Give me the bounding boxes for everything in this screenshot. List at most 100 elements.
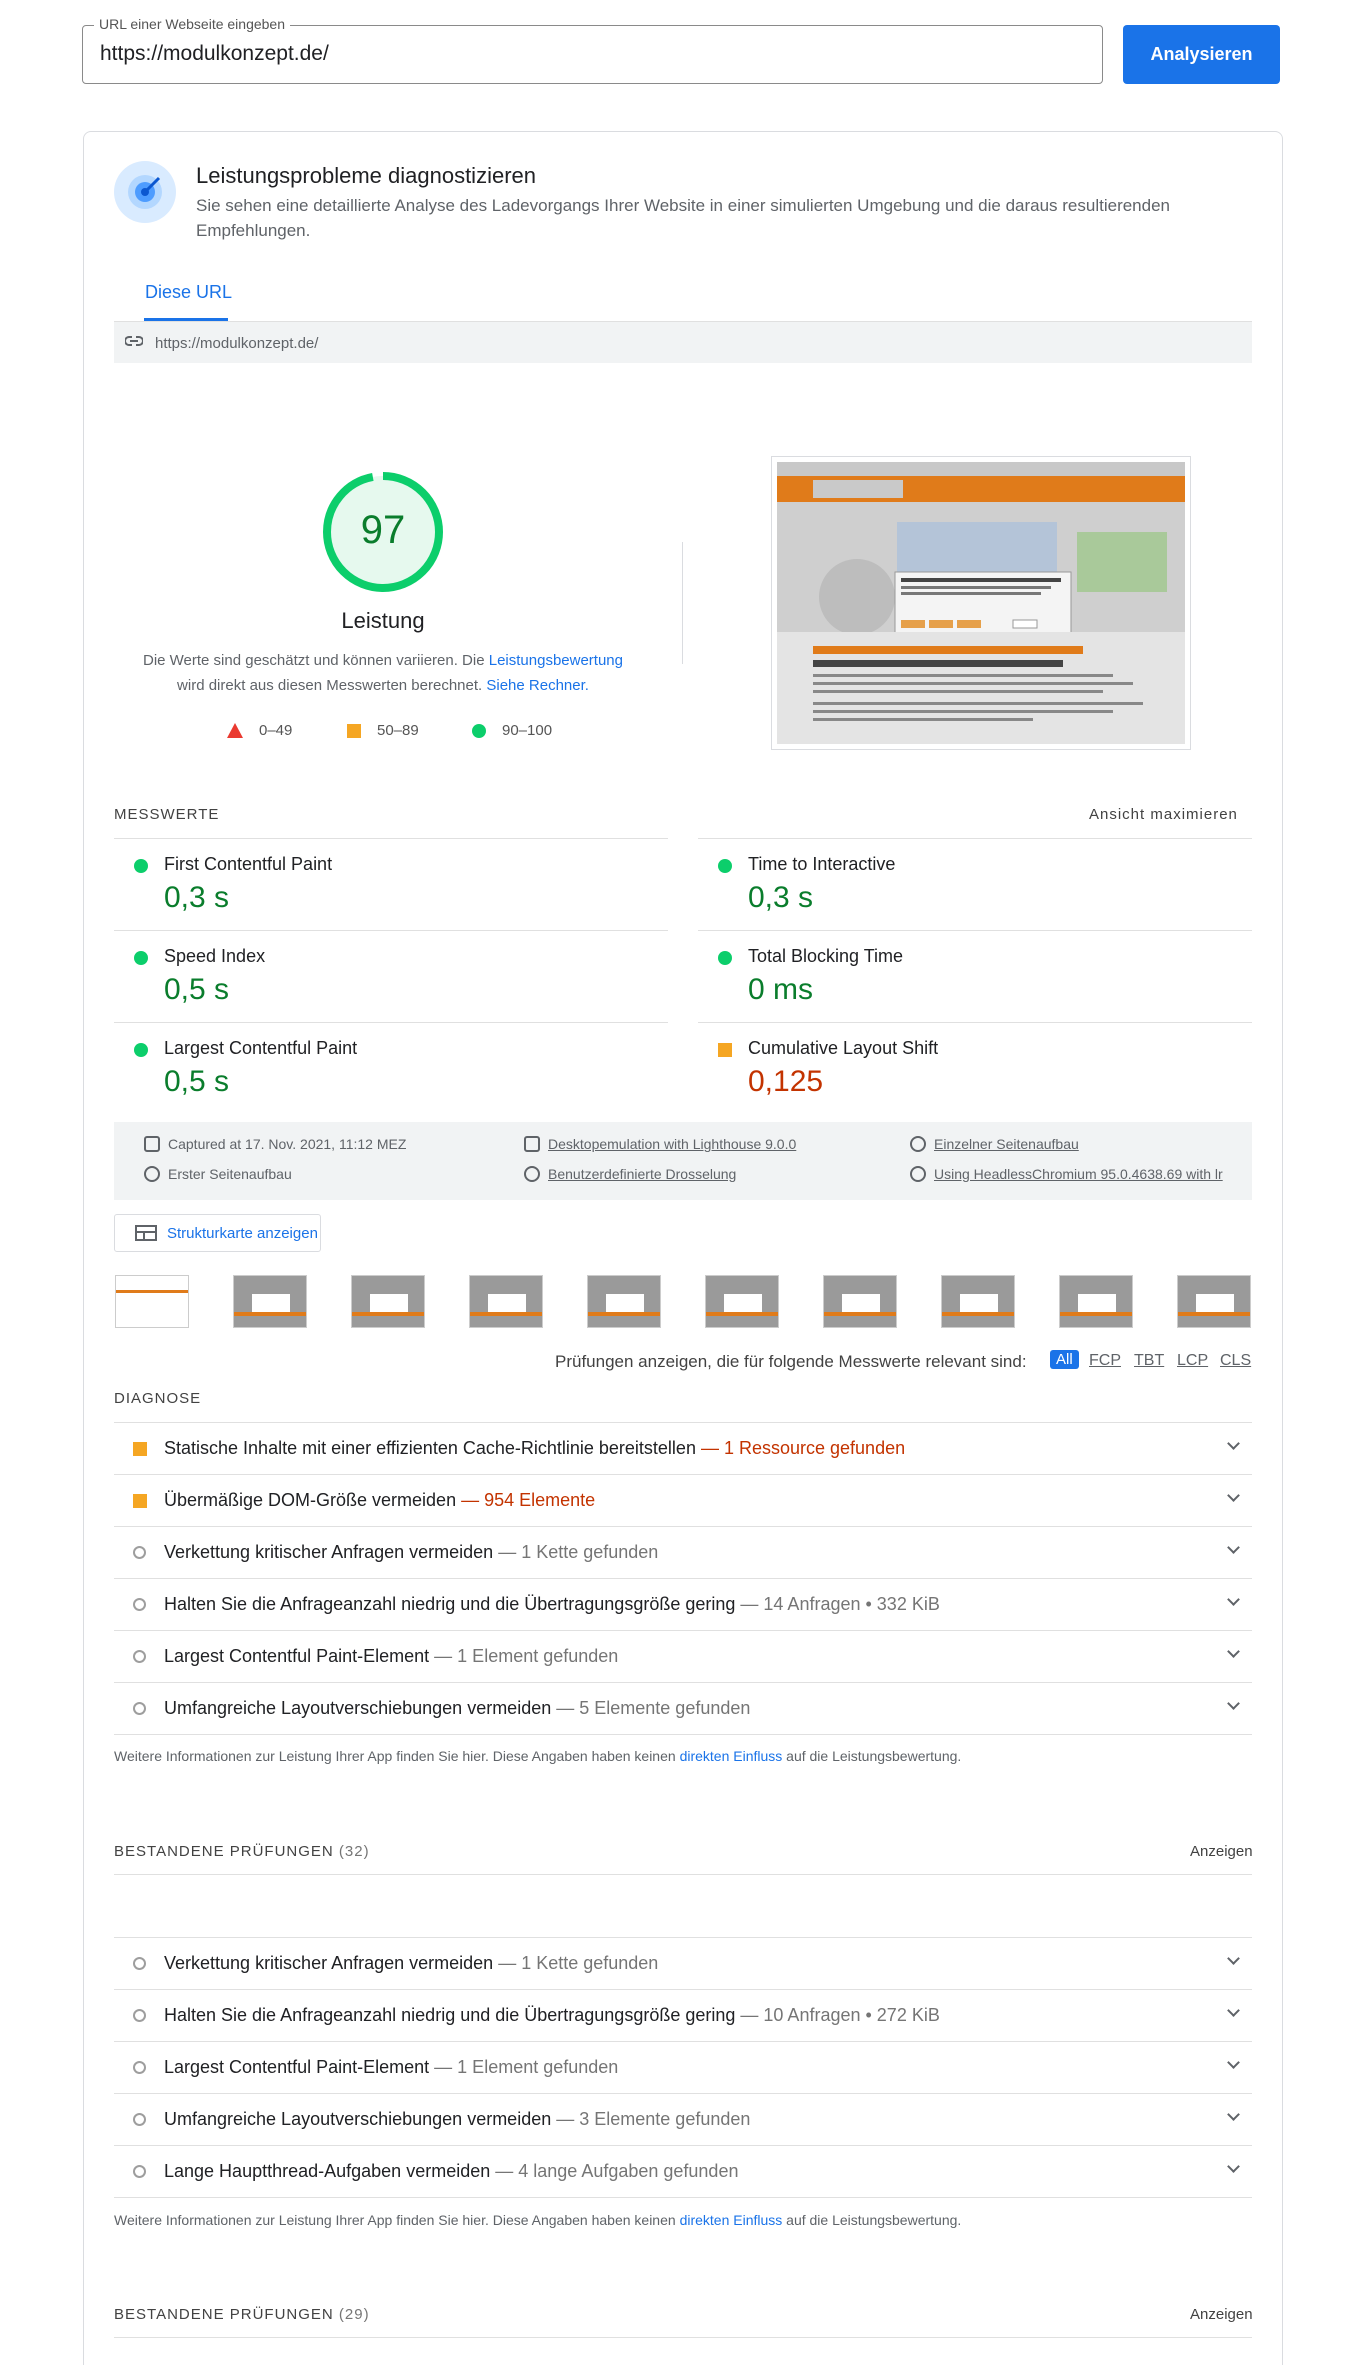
metric-2: Speed Index 0,5 s bbox=[114, 930, 668, 1022]
performance-label: Leistung bbox=[341, 608, 425, 633]
view-treemap-button[interactable]: Strukturkarte anzeigen bbox=[114, 1214, 321, 1252]
metric-4: Largest Contentful Paint 0,5 s bbox=[114, 1022, 668, 1114]
filmstrip-frame bbox=[941, 1275, 1015, 1328]
chevron-down-icon[interactable] bbox=[1227, 1489, 1240, 1502]
audit-row[interactable]: Verkettung kritischer Anfragen vermeiden… bbox=[114, 1937, 1252, 1989]
audit-title-text: Umfangreiche Layoutverschiebungen vermei… bbox=[164, 1698, 552, 1718]
chevron-down-icon[interactable] bbox=[1227, 1541, 1240, 1554]
average-square-icon bbox=[718, 1043, 732, 1057]
pass-circle-icon bbox=[718, 951, 732, 965]
audit-row[interactable]: Largest Contentful Paint-Element — 1 Ele… bbox=[114, 1630, 1252, 1682]
audit-title: Verkettung kritischer Anfragen vermeiden… bbox=[164, 1953, 658, 1974]
audit-detail: — 1 Element gefunden bbox=[434, 2057, 619, 2077]
audit-title-text: Halten Sie die Anfrageanzahl niedrig und… bbox=[164, 1594, 736, 1614]
audit-row[interactable]: Umfangreiche Layoutverschiebungen vermei… bbox=[114, 2093, 1252, 2145]
audit-row[interactable]: Largest Contentful Paint-Element — 1 Ele… bbox=[114, 2041, 1252, 2093]
chevron-down-icon[interactable] bbox=[1227, 2108, 1240, 2121]
tab-this-url[interactable]: Diese URL bbox=[145, 282, 232, 303]
treemap-label: Strukturkarte anzeigen bbox=[167, 1224, 318, 1242]
chevron-down-icon[interactable] bbox=[1227, 2160, 1240, 2173]
info-circle-icon bbox=[133, 1650, 146, 1663]
chevron-down-icon[interactable] bbox=[1227, 1952, 1240, 1965]
calculator-link[interactable]: Siehe Rechner. bbox=[486, 677, 589, 694]
audit-detail: — 954 Elemente bbox=[461, 1490, 596, 1510]
runtime-emulation[interactable]: Desktopemulation with Lighthouse 9.0.0 bbox=[524, 1136, 796, 1152]
info-circle-icon bbox=[133, 2165, 146, 2178]
chevron-down-icon[interactable] bbox=[1227, 1645, 1240, 1658]
note-text-2: auf die Leistungsbewertung. bbox=[782, 1748, 962, 1764]
audit-row[interactable]: Halten Sie die Anfrageanzahl niedrig und… bbox=[114, 1989, 1252, 2041]
url-input-value[interactable]: https://modulkonzept.de/ bbox=[100, 42, 329, 66]
direct-impact-link[interactable]: direkten Einfluss bbox=[680, 1748, 783, 1764]
metric-name: Speed Index bbox=[164, 946, 266, 966]
pass-circle-icon bbox=[718, 859, 732, 873]
analyze-button[interactable]: Analysieren bbox=[1123, 25, 1280, 84]
chevron-down-icon[interactable] bbox=[1227, 1437, 1240, 1450]
final-screenshot[interactable] bbox=[777, 462, 1185, 744]
filmstrip-bar bbox=[1060, 1312, 1132, 1316]
tested-url: https://modulkonzept.de/ bbox=[155, 335, 319, 352]
filter-cls[interactable]: CLS bbox=[1220, 1352, 1251, 1370]
audit-row[interactable]: Statische Inhalte mit einer effizienten … bbox=[114, 1422, 1252, 1474]
chevron-down-icon[interactable] bbox=[1227, 1697, 1240, 1710]
direct-impact-link[interactable]: direkten Einfluss bbox=[680, 2212, 783, 2228]
info-circle-icon bbox=[133, 1546, 146, 1559]
treemap-icon bbox=[135, 1225, 157, 1241]
filter-all[interactable]: All bbox=[1050, 1350, 1079, 1369]
filter-tbt[interactable]: TBT bbox=[1134, 1352, 1164, 1370]
filmstrip-bar bbox=[824, 1312, 896, 1316]
show-passed-audits-button-2[interactable]: Anzeigen bbox=[1190, 2306, 1253, 2323]
filmstrip-dialog bbox=[1078, 1294, 1116, 1314]
note-text-1: Weitere Informationen zur Leistung Ihrer… bbox=[114, 1748, 680, 1764]
runtime-initial-load: Erster Seitenaufbau bbox=[144, 1166, 292, 1182]
runtime-page-load[interactable]: Einzelner Seitenaufbau bbox=[910, 1136, 1079, 1152]
info-circle-icon bbox=[133, 2009, 146, 2022]
captured-text: Captured at 17. Nov. 2021, 11:12 MEZ bbox=[168, 1136, 407, 1152]
pass-circle-icon bbox=[134, 859, 148, 873]
page-load-text[interactable]: Einzelner Seitenaufbau bbox=[934, 1136, 1079, 1152]
pass-circle-icon bbox=[134, 951, 148, 965]
audit-title: Halten Sie die Anfrageanzahl niedrig und… bbox=[164, 2005, 940, 2026]
legend-average: 50–89 bbox=[347, 722, 419, 739]
audit-row[interactable]: Übermäßige DOM-Größe vermeiden — 954 Ele… bbox=[114, 1474, 1252, 1526]
pass-circle-icon bbox=[134, 1043, 148, 1057]
runtime-throttling[interactable]: Benutzerdefinierte Drosselung bbox=[524, 1166, 736, 1182]
passed-audits-label: BESTANDENE PRÜFUNGEN bbox=[114, 1843, 334, 1860]
filter-fcp[interactable]: FCP bbox=[1089, 1352, 1121, 1370]
divider bbox=[114, 1734, 1252, 1735]
maximize-view-toggle[interactable]: Ansicht maximieren bbox=[1089, 806, 1238, 823]
audit-title-text: Halten Sie die Anfrageanzahl niedrig und… bbox=[164, 2005, 736, 2025]
chevron-down-icon[interactable] bbox=[1227, 1593, 1240, 1606]
chevron-down-icon[interactable] bbox=[1227, 2004, 1240, 2017]
filmstrip-frame bbox=[351, 1275, 425, 1328]
note-text-2: auf die Leistungsbewertung. bbox=[782, 2212, 962, 2228]
lighthouse-diagnose-icon bbox=[114, 161, 176, 223]
chromium-icon bbox=[910, 1166, 926, 1182]
metric-1: Time to Interactive 0,3 s bbox=[698, 838, 1252, 930]
metric-name: Largest Contentful Paint bbox=[164, 1038, 358, 1058]
chevron-down-icon[interactable] bbox=[1227, 2056, 1240, 2069]
metrics-title: MESSWERTE bbox=[114, 806, 220, 823]
runtime-browser[interactable]: Using HeadlessChromium 95.0.4638.69 with… bbox=[910, 1166, 1223, 1182]
score-calculation-link[interactable]: Leistungsbewertung bbox=[489, 652, 623, 669]
audit-row[interactable]: Umfangreiche Layoutverschiebungen vermei… bbox=[114, 1682, 1252, 1734]
runtime-captured: Captured at 17. Nov. 2021, 11:12 MEZ bbox=[144, 1136, 406, 1152]
audit-title: Verkettung kritischer Anfragen vermeiden… bbox=[164, 1542, 658, 1563]
audit-row[interactable]: Verkettung kritischer Anfragen vermeiden… bbox=[114, 1526, 1252, 1578]
legend-fail-range: 0–49 bbox=[259, 722, 293, 739]
score-desc-text-1: Die Werte sind geschätzt und können vari… bbox=[142, 652, 489, 669]
show-passed-audits-button[interactable]: Anzeigen bbox=[1190, 1843, 1253, 1860]
audit-detail: — 4 lange Aufgaben gefunden bbox=[495, 2161, 739, 2181]
legend-pass: 90–100 bbox=[472, 722, 552, 739]
metric-filter-label: Prüfungen anzeigen, die für folgende Mes… bbox=[555, 1352, 1027, 1371]
average-square-icon bbox=[347, 723, 361, 738]
browser-text[interactable]: Using HeadlessChromium 95.0.4638.69 with… bbox=[934, 1166, 1223, 1182]
audit-row[interactable]: Halten Sie die Anfrageanzahl niedrig und… bbox=[114, 1578, 1252, 1630]
legend-average-range: 50–89 bbox=[377, 722, 419, 739]
filmstrip-bar bbox=[234, 1312, 306, 1316]
audit-row[interactable]: Lange Hauptthread-Aufgaben vermeiden — 4… bbox=[114, 2145, 1252, 2197]
throttling-text[interactable]: Benutzerdefinierte Drosselung bbox=[548, 1166, 736, 1182]
people-icon bbox=[910, 1136, 926, 1152]
filter-lcp[interactable]: LCP bbox=[1177, 1352, 1208, 1370]
emulation-text[interactable]: Desktopemulation with Lighthouse 9.0.0 bbox=[548, 1136, 796, 1152]
